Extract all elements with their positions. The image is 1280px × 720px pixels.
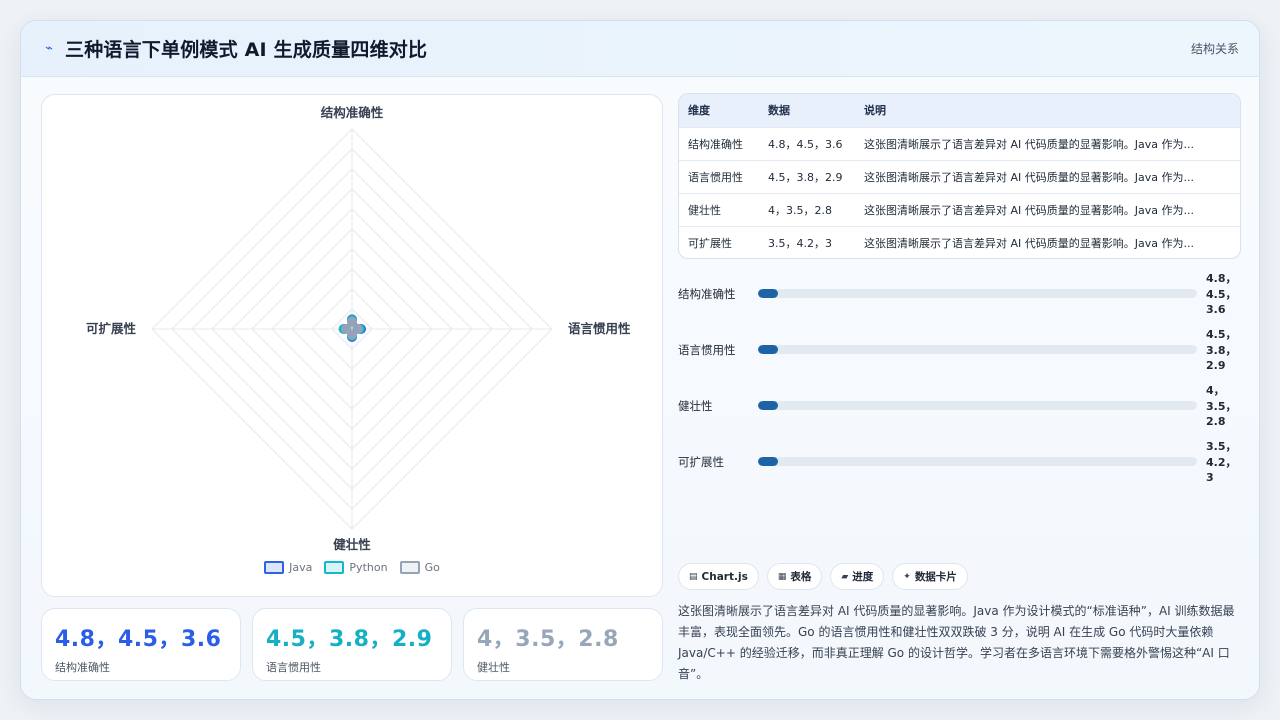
- cell-note: 这张图清晰展示了语言差异对 AI 代码质量的显著影响。Java 作为...: [864, 203, 1194, 217]
- progress-value-line: 4，: [1206, 384, 1225, 397]
- cell-data: 4.5，3.8，2.9: [768, 170, 843, 184]
- progress-row-idiom: 语言惯用性 4.5， 3.8， 2.9: [678, 327, 1241, 383]
- table-row: 可扩展性 3.5，4.2，3 这张图清晰展示了语言差异对 AI 代码质量的显著影…: [679, 226, 1240, 258]
- progress-value-line: 3.5，: [1206, 399, 1237, 413]
- progress-value: 4.5， 3.8， 2.9: [1206, 327, 1240, 374]
- progress-track: [758, 457, 1197, 466]
- column-header-data: 数据: [768, 104, 790, 118]
- table-icon: ▦: [777, 571, 787, 582]
- header-tag: 结构关系: [1190, 42, 1239, 56]
- progress-track: [758, 289, 1197, 298]
- cell-note: 这张图清晰展示了语言差异对 AI 代码质量的显著影响。Java 作为...: [864, 236, 1194, 250]
- stat-card-structure: 4.8，4.5，3.6 结构准确性: [41, 608, 241, 681]
- column-header-note: 说明: [864, 104, 886, 118]
- radar-chart-panel: 结构准确性语言惯用性健壮性 可扩展性 Java Python Go: [41, 94, 663, 597]
- radar-data-point: [341, 324, 351, 334]
- chip-label: 数据卡片: [914, 571, 957, 583]
- radar-axis-label: 结构准确性: [321, 105, 384, 120]
- legend-swatch-java: [264, 561, 285, 574]
- stat-value: 4.8，4.5，3.6: [55, 627, 222, 652]
- progress-label: 健壮性: [678, 399, 713, 413]
- stat-label: 结构准确性: [55, 661, 110, 674]
- stat-card-idiom: 4.5，3.8，2.9 语言惯用性: [252, 608, 452, 681]
- stat-value: 4.5，3.8，2.9: [266, 627, 433, 652]
- radar-axis-label: 可扩展性: [86, 321, 137, 336]
- progress-value: 3.5， 4.2， 3: [1206, 439, 1240, 486]
- legend-label-go: Go: [424, 561, 440, 574]
- progress-track: [758, 345, 1197, 354]
- radar-axis-label: 健壮性: [333, 537, 371, 552]
- cell-note: 这张图清晰展示了语言差异对 AI 代码质量的显著影响。Java 作为...: [864, 137, 1194, 151]
- legend-item-java[interactable]: Java: [264, 561, 312, 574]
- cell-dimension: 结构准确性: [688, 137, 743, 151]
- cell-data: 3.5，4.2，3: [768, 236, 832, 250]
- progress-label: 可扩展性: [678, 455, 724, 469]
- legend-swatch-python: [324, 561, 345, 574]
- chip-progress[interactable]: ▰ 进度: [830, 563, 885, 590]
- progress-fill: [758, 345, 778, 354]
- cell-dimension: 可扩展性: [688, 236, 732, 250]
- chip-data-card[interactable]: ✦ 数据卡片: [892, 563, 968, 590]
- progress-row-robust: 健壮性 4， 3.5， 2.8: [678, 383, 1241, 439]
- progress-track: [758, 401, 1197, 410]
- stat-label: 语言惯用性: [266, 661, 321, 674]
- chip-label: 表格: [790, 571, 812, 583]
- progress-value-line: 2.9: [1206, 359, 1226, 372]
- progress-list: 结构准确性 4.8， 4.5， 3.6 语言惯用性 4.5， 3.8， 2.9 …: [678, 271, 1241, 495]
- legend-item-go[interactable]: Go: [399, 561, 440, 574]
- chip-label: 进度: [852, 571, 874, 583]
- table-row: 结构准确性 4.8，4.5，3.6 这张图清晰展示了语言差异对 AI 代码质量的…: [679, 127, 1240, 160]
- cell-dimension: 语言惯用性: [688, 170, 743, 184]
- chart-description: 这张图清晰展示了语言差异对 AI 代码质量的显著影响。Java 作为设计模式的“…: [678, 604, 1235, 681]
- sparkle-icon: ✦: [903, 571, 911, 582]
- chart-icon: ▤: [689, 571, 698, 582]
- table-row: 健壮性 4，3.5，2.8 这张图清晰展示了语言差异对 AI 代码质量的显著影响…: [679, 193, 1240, 226]
- table-row: 语言惯用性 4.5，3.8，2.9 这张图清晰展示了语言差异对 AI 代码质量的…: [679, 160, 1240, 193]
- progress-label: 语言惯用性: [678, 343, 736, 357]
- progress-value: 4， 3.5， 2.8: [1206, 383, 1240, 430]
- progress-value-line: 4.2，: [1206, 455, 1237, 469]
- cell-data: 4，3.5，2.8: [768, 203, 832, 217]
- stat-label: 健壮性: [477, 661, 510, 674]
- progress-value-line: 4.5，: [1206, 328, 1237, 341]
- progress-value-line: 3.6: [1206, 303, 1226, 316]
- page-title: 三种语言下单例模式 AI 生成质量四维对比: [65, 39, 428, 61]
- progress-row-structure: 结构准确性 4.8， 4.5， 3.6: [678, 271, 1241, 327]
- legend-swatch-go: [399, 561, 420, 574]
- progress-row-extensible: 可扩展性 3.5， 4.2， 3: [678, 439, 1241, 495]
- progress-icon: ▰: [841, 571, 849, 582]
- cell-dimension: 健壮性: [688, 203, 721, 217]
- trend-icon: ⌁: [45, 41, 53, 56]
- dashboard-card: ⌁ 三种语言下单例模式 AI 生成质量四维对比 结构关系 结构准确性 语言惯用性健…: [20, 20, 1260, 700]
- view-chips: ▤ Chart.js ▦ 表格 ▰ 进度 ✦ 数据卡片: [678, 563, 968, 590]
- legend-label-java: Java: [289, 561, 313, 574]
- progress-value-line: 3.8，: [1206, 343, 1237, 357]
- data-table: 维度 数据 说明 结构准确性 4.8，4.5，3.6 这张图清晰展示了语言差异对…: [678, 93, 1241, 259]
- chart-legend: Java Python Go: [42, 561, 662, 574]
- progress-fill: [758, 457, 778, 466]
- progress-value-line: 3.5，: [1206, 440, 1237, 453]
- legend-item-python[interactable]: Python: [324, 561, 388, 574]
- chip-chartjs[interactable]: ▤ Chart.js: [678, 563, 759, 590]
- progress-label: 结构准确性: [678, 287, 736, 301]
- chip-label: Chart.js: [701, 570, 748, 583]
- progress-value-line: 4.5，: [1206, 287, 1237, 301]
- chip-table[interactable]: ▦ 表格: [766, 563, 823, 590]
- stat-value: 4，3.5，2.8: [477, 627, 619, 652]
- column-header-dimension: 维度: [688, 104, 710, 118]
- radar-chart: 结构准确性语言惯用性健壮性 可扩展性: [86, 105, 631, 552]
- progress-fill: [758, 401, 778, 410]
- radar-axis-label: 语言惯用性: [568, 321, 631, 336]
- cell-data: 4.8，4.5，3.6: [768, 137, 843, 151]
- progress-value: 4.8， 4.5， 3.6: [1206, 271, 1240, 318]
- progress-fill: [758, 289, 778, 298]
- progress-value-line: 3: [1206, 471, 1214, 484]
- header-bar: ⌁ 三种语言下单例模式 AI 生成质量四维对比 结构关系: [21, 21, 1259, 77]
- legend-label-python: Python: [349, 561, 388, 574]
- table-header-row: 维度 数据 说明: [679, 94, 1240, 127]
- progress-value-line: 4.8，: [1206, 272, 1237, 285]
- stat-card-robust: 4，3.5，2.8 健壮性: [463, 608, 663, 681]
- cell-note: 这张图清晰展示了语言差异对 AI 代码质量的显著影响。Java 作为...: [864, 170, 1194, 184]
- progress-value-line: 2.8: [1206, 415, 1226, 428]
